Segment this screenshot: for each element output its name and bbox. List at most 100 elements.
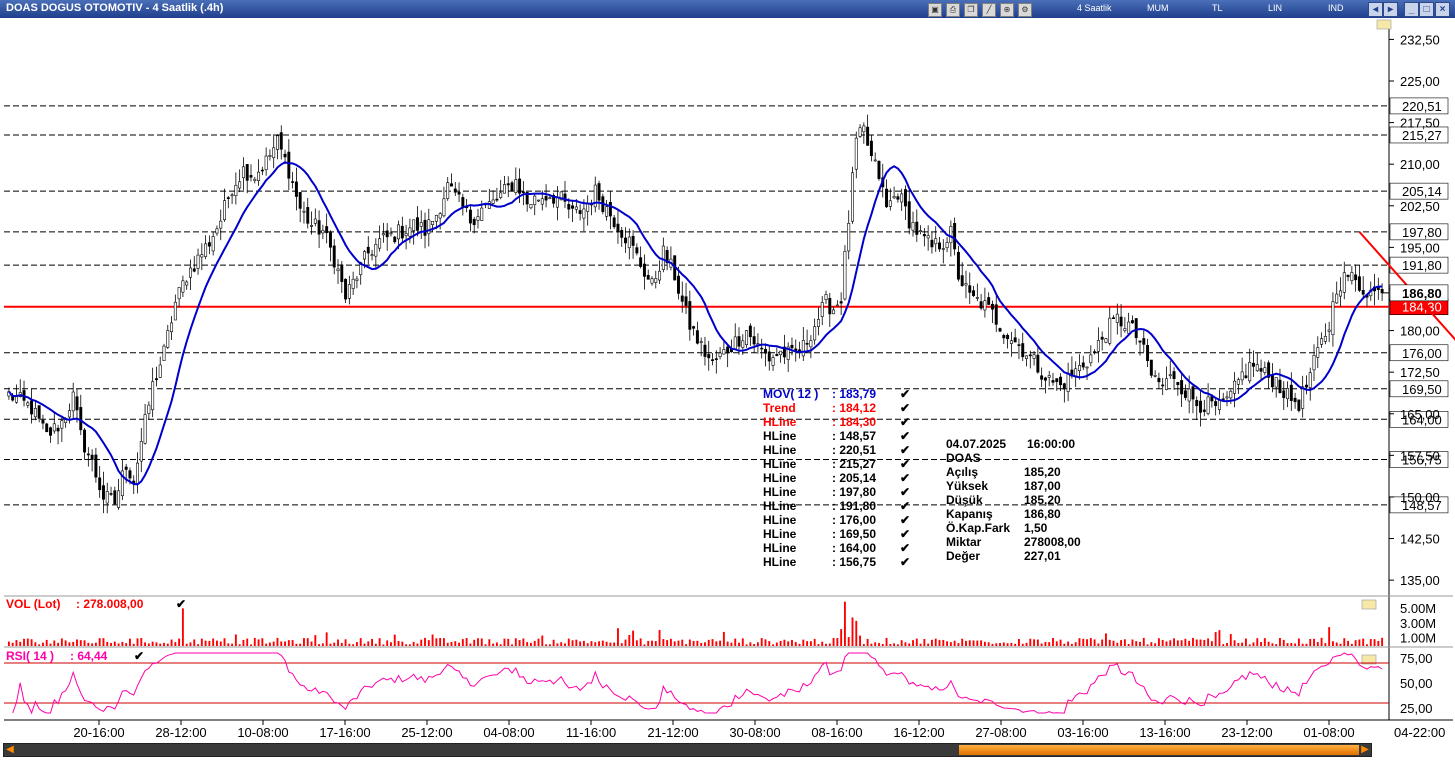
candle-body [658,270,662,281]
candle-body [1149,359,1153,376]
volume-tick-label-1: 3.00M [1400,616,1436,631]
candle-body [1354,274,1358,281]
candle-body [83,429,87,453]
legend-value-8: : 191,80 [832,499,876,513]
candle-body [983,300,987,311]
legend-name-10: HLine [763,527,797,541]
candle-body [707,354,711,359]
legend-value-0: : 183,79 [832,387,876,401]
candle-body [71,391,75,412]
candle-body [608,201,612,217]
legend-name-7: HLine [763,485,797,499]
candle-body [624,237,627,244]
time-tick-label-5: 04-08:00 [483,725,534,740]
candlestick-layer [7,114,1384,514]
candle-body [1259,368,1263,372]
candle-body [260,169,264,172]
time-tick-label-16: 04-22:00 [1394,725,1445,740]
candle-body [1233,380,1237,394]
scrollbar-thumb[interactable] [959,745,1359,755]
price-chart[interactable]: 184,30148,57220,51215,27205,14197,80191,… [0,0,1455,760]
candle-body [972,290,976,296]
legend-name-6: HLine [763,471,797,485]
candle-body [533,195,537,205]
candle-body [1225,396,1229,399]
candle-body [151,381,155,411]
info-panel: 04.07.2025 16:00:00 DOASAçılış 185,20 Yüksek… [946,437,1081,563]
candle-body [642,263,646,277]
legend-check-icon: ✔ [900,415,910,429]
candle-body [631,235,635,246]
scrollbar-left-arrow-icon[interactable]: ◀ [4,744,16,756]
candle-body [1138,340,1142,343]
candle-body [586,203,590,212]
candle-body [733,336,737,350]
candle-body [1293,397,1297,403]
candle-body [1331,301,1335,336]
candle-body [684,296,688,306]
legend-check-icon: ✔ [900,443,910,457]
rsi-check-icon: ✔ [134,649,144,663]
candle-body [147,404,151,414]
candle-body [741,340,745,348]
legend-check-icon: ✔ [900,429,910,443]
candle-body [173,301,177,321]
candle-body [340,264,344,283]
candle-body [514,179,518,193]
candle-body [529,204,533,209]
candle-body [1172,371,1176,380]
candle-body [639,257,643,267]
candle-body [1093,351,1097,353]
candle-body [907,201,911,229]
candle-body [166,330,170,348]
chart-scrollbar[interactable]: ◀ ▶ [3,743,1372,757]
candle-body [332,245,336,268]
legend-value-9: : 176,00 [832,513,876,527]
candle-body [1236,379,1240,385]
rsi-value: : 64,44 [70,649,108,663]
candle-body [571,205,575,209]
candle-body [767,351,771,362]
candle-body [154,378,158,381]
candle-body [1278,379,1282,394]
scrollbar-right-arrow-icon[interactable]: ▶ [1359,744,1371,756]
candle-body [1339,290,1342,297]
price-tick-label-11: 217,50 [1400,116,1440,131]
candle-body [457,191,461,195]
price-tick-label-9: 202,50 [1400,199,1440,214]
candle-body [207,242,211,247]
candle-body [661,245,665,270]
candle-body [1346,274,1350,277]
candle-body [1304,384,1308,388]
candle-body [714,358,718,360]
moving-average-line [8,161,1383,486]
candle-body [472,218,476,226]
hline-label-8: 169,50 [1402,382,1442,397]
candle-body [919,230,923,232]
candle-body [650,278,654,284]
candle-body [442,198,446,217]
candle-body [397,224,401,240]
time-tick-label-7: 21-12:00 [647,725,698,740]
candle-body [820,302,824,317]
rsi-line [12,652,1383,715]
candle-body [412,219,416,231]
candle-body [1244,375,1248,379]
info-value-3: 186,80 [1024,507,1061,521]
candle-body [1350,272,1354,282]
candle-body [431,220,435,225]
candle-body [1127,321,1131,334]
candle-body [49,427,52,436]
price-tick-label-2: 150,00 [1400,490,1440,505]
candle-body [1301,386,1305,409]
candle-body [1274,377,1278,388]
candle-body [98,477,102,491]
candle-body [404,233,408,237]
info-label-5: Miktar [946,535,982,549]
candle-body [998,328,1002,332]
candle-body [934,238,938,245]
legend-name-4: HLine [763,443,797,457]
candle-body [1380,288,1384,294]
candle-body [200,254,204,258]
candle-body [1376,287,1380,290]
